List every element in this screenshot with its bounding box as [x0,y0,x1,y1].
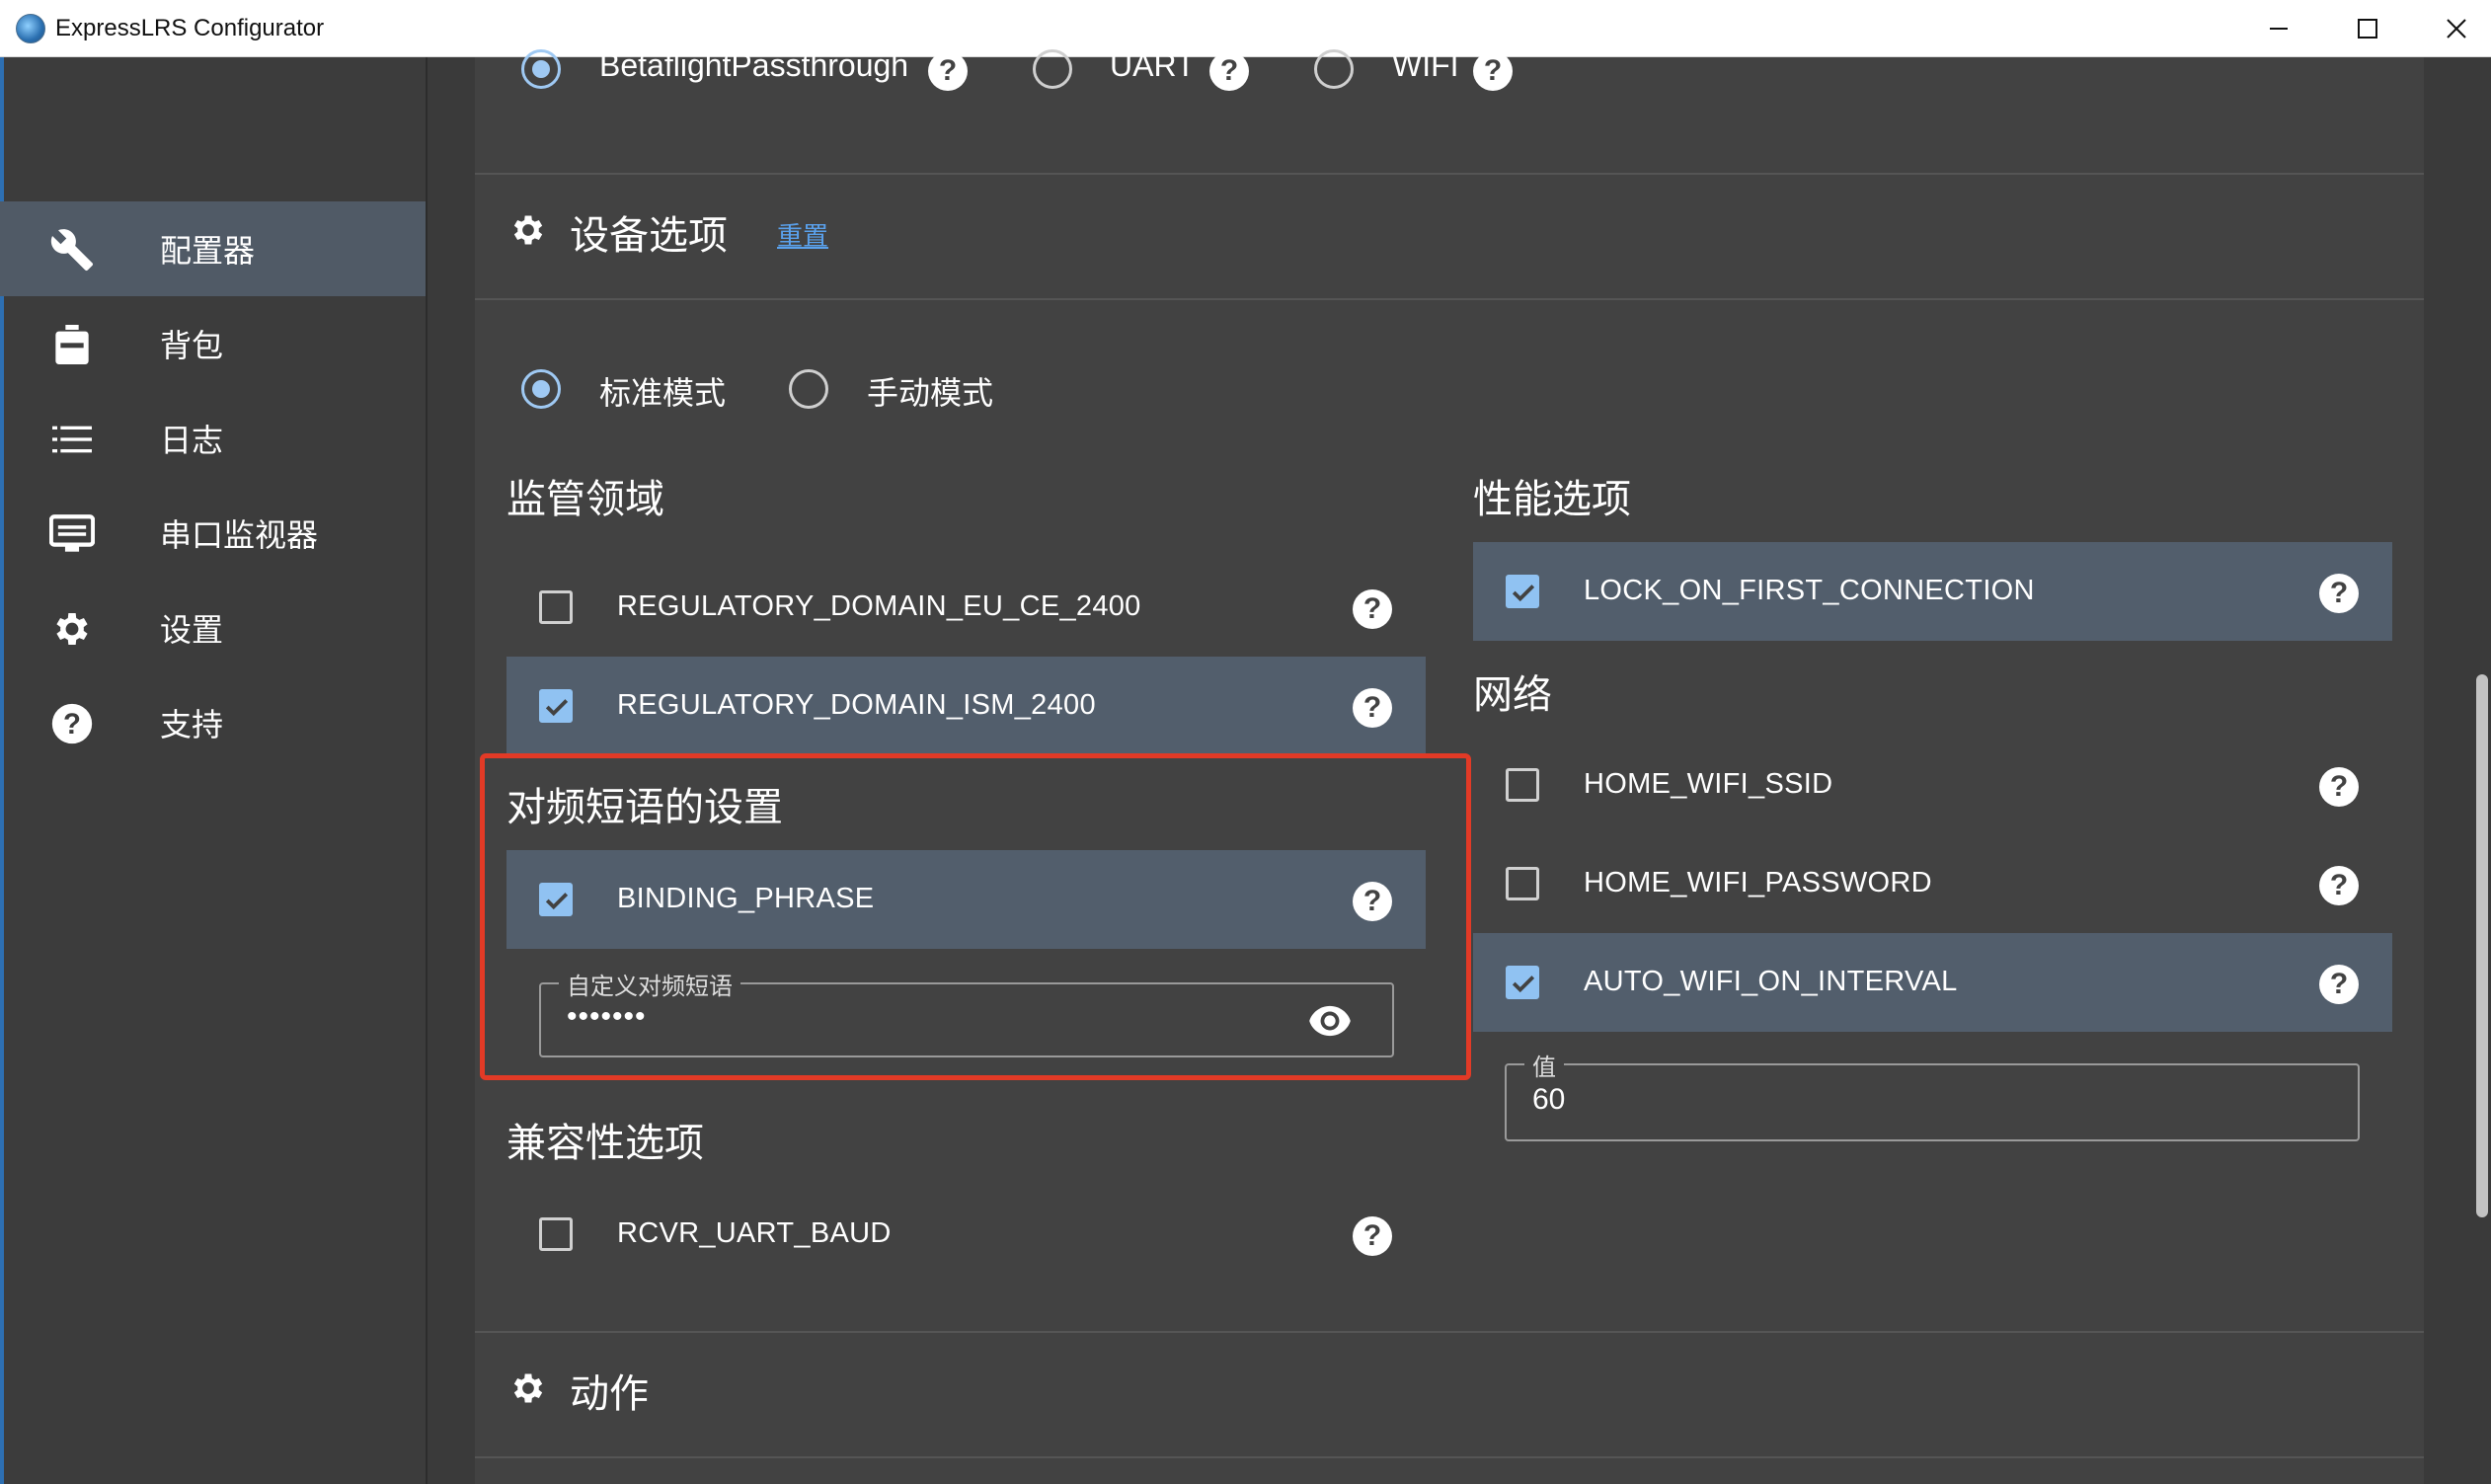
scrollbar-thumb[interactable] [2476,674,2488,1217]
help-icon[interactable]: ? [1473,51,1513,91]
help-icon[interactable]: ? [1353,589,1392,629]
sidebar: 配置器 背包 日志 串口监视器 设置 ? 支持 [0,57,428,1484]
wrench-icon [49,227,95,273]
checkbox[interactable] [1506,867,1539,900]
divider [475,1331,2424,1333]
option-row[interactable]: HOME_WIFI_PASSWORD ? [1473,834,2392,933]
help-icon[interactable]: ? [2319,866,2359,905]
field-label: 值 [1524,1048,1564,1082]
option-label: LOCK_ON_FIRST_CONNECTION [1584,575,2035,606]
mode-label: 手动模式 [867,375,994,411]
checkbox-checked[interactable] [539,689,573,723]
help-icon[interactable]: ? [928,51,968,91]
help-icon[interactable]: ? [2319,965,2359,1004]
sidebar-item-support[interactable]: ? 支持 [0,675,426,770]
checkbox-checked[interactable] [1506,966,1539,999]
field-value: 60 [1532,1083,1566,1116]
list-icon [49,417,95,462]
sidebar-item-label: 日志 [160,422,224,459]
option-label: HOME_WIFI_PASSWORD [1584,867,1932,898]
option-label: HOME_WIFI_SSID [1584,768,1833,800]
gear-icon [513,1373,543,1403]
divider [475,173,2424,175]
checkbox[interactable] [539,1217,573,1251]
minimize-button[interactable] [2234,0,2323,57]
sidebar-item-label: 支持 [160,706,224,743]
sidebar-item-settings[interactable]: 设置 [0,581,426,675]
title-bar: ExpressLRS Configurator [0,0,2491,57]
sidebar-item-label: 串口监视器 [160,516,319,554]
checkbox-checked[interactable] [1506,575,1539,608]
help-icon[interactable]: ? [2319,574,2359,613]
app-logo-icon [16,13,45,43]
option-label: REGULATORY_DOMAIN_ISM_2400 [617,689,1096,721]
help-icon: ? [49,701,95,746]
mode-radio-standard[interactable] [521,369,561,409]
flash-method-label: UART [1110,47,1196,83]
minimize-icon [2270,28,2288,30]
section-title-actions: 动作 [570,1371,649,1417]
option-row[interactable]: AUTO_WIFI_ON_INTERVAL ? [1473,933,2392,1032]
help-icon[interactable]: ? [1353,1216,1392,1256]
close-button[interactable] [2412,0,2491,57]
sidebar-item-backpack[interactable]: 背包 [0,296,426,391]
sidebar-item-logs[interactable]: 日志 [0,391,426,486]
help-icon[interactable]: ? [1209,51,1249,91]
checkbox[interactable] [539,590,573,624]
svg-text:?: ? [63,708,81,741]
network-heading: 网络 [1473,672,1552,718]
reset-link[interactable]: 重置 [777,216,828,253]
maximize-button[interactable] [2323,0,2412,57]
option-row[interactable]: LOCK_ON_FIRST_CONNECTION ? [1473,542,2392,641]
performance-heading: 性能选项 [1473,477,1631,522]
regulatory-domain-heading: 监管领域 [506,477,664,522]
option-label: RCVR_UART_BAUD [617,1217,892,1249]
checkbox[interactable] [1506,768,1539,802]
sidebar-item-label: 配置器 [160,232,256,270]
option-label: REGULATORY_DOMAIN_EU_CE_2400 [617,590,1141,622]
option-label: AUTO_WIFI_ON_INTERVAL [1584,966,1958,997]
option-row[interactable]: REGULATORY_DOMAIN_ISM_2400 ? [506,657,1426,755]
option-row[interactable]: RCVR_UART_BAUD ? [506,1185,1426,1284]
sidebar-item-label: 背包 [160,327,224,364]
monitor-icon [49,511,95,557]
close-icon [2447,19,2466,39]
divider [475,1456,2424,1458]
mode-radio-manual[interactable] [789,369,828,409]
option-row[interactable]: REGULATORY_DOMAIN_EU_CE_2400 ? [506,558,1426,657]
maximize-icon [2358,19,2377,39]
mode-label: 标准模式 [599,375,727,411]
compatibility-heading: 兼容性选项 [506,1121,704,1166]
window-title: ExpressLRS Configurator [55,14,325,41]
check-icon [1512,976,1535,993]
flash-method-radio-wifi[interactable] [1314,49,1354,89]
flash-method-label: BetaflightPassthrough [599,47,909,83]
section-title-device-options: 设备选项 [570,213,728,259]
flash-method-label: WIFI [1392,47,1459,83]
help-icon[interactable]: ? [1353,688,1392,728]
interval-value-input[interactable]: 值 60 [1505,1048,2360,1141]
flash-method-radio-uart[interactable] [1033,49,1072,89]
flash-method-radio-betaflight[interactable] [521,49,561,89]
sidebar-item-configurator[interactable]: 配置器 [0,201,426,296]
option-row[interactable]: HOME_WIFI_SSID ? [1473,736,2392,834]
divider [475,298,2424,300]
help-icon[interactable]: ? [2319,767,2359,807]
check-icon [1512,585,1535,602]
sidebar-item-label: 设置 [160,611,224,649]
gear-icon [49,606,95,652]
gear-icon [513,215,543,245]
highlight-box [480,753,1471,1080]
check-icon [545,699,569,717]
backpack-icon [49,322,95,367]
sidebar-item-serial-monitor[interactable]: 串口监视器 [0,486,426,581]
